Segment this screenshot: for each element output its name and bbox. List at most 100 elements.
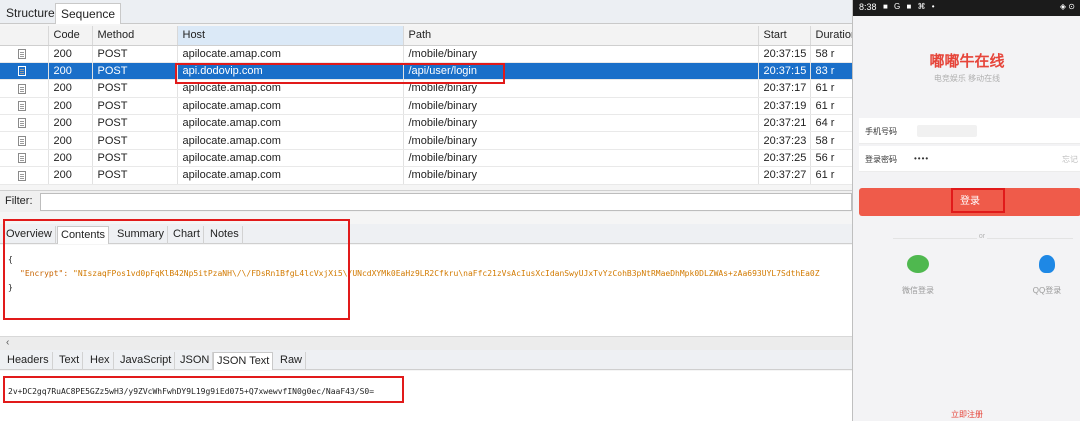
cell-start: 20:37:21: [758, 114, 811, 133]
highlight-login-button: [951, 188, 1005, 213]
cell-start: 20:37:23: [758, 131, 811, 150]
document-icon: [18, 135, 26, 146]
document-icon: [18, 83, 26, 94]
table-row[interactable]: 200 POST apilocate.amap.com /mobile/bina…: [0, 114, 852, 133]
forgot-password-link[interactable]: 忘记: [1062, 154, 1078, 165]
wechat-label: 微信登录: [902, 286, 934, 295]
col-duration[interactable]: Duration: [810, 26, 852, 46]
table-row[interactable]: 200 POST apilocate.amap.com /mobile/bina…: [0, 149, 852, 168]
cell-host: apilocate.amap.com: [177, 97, 404, 116]
cell-duration: 61 r: [810, 97, 852, 116]
table-row[interactable]: 200 POST apilocate.amap.com /mobile/bina…: [0, 97, 852, 116]
qq-login[interactable]: QQ登录: [1017, 255, 1077, 296]
cell-host: apilocate.amap.com: [177, 131, 404, 150]
cell-method: POST: [92, 45, 178, 63]
or-text: or: [977, 233, 987, 240]
status-time: 8:38: [859, 2, 877, 12]
cell-path: /mobile/binary: [403, 149, 759, 168]
cell-duration: 58 r: [810, 45, 852, 63]
col-path[interactable]: Path: [403, 26, 759, 46]
location-icon: ◈ ⊙: [1059, 2, 1075, 11]
cell-host: apilocate.amap.com: [177, 149, 404, 168]
proxy-tool: Structure Sequence Code Method Host Path…: [0, 0, 852, 421]
status-bar: 8:38 ■ G ■ ⌘ • ◈ ⊙: [853, 0, 1080, 16]
wechat-login[interactable]: 微信登录: [888, 255, 948, 296]
request-table: Code Method Host Path Start Duration 200…: [0, 26, 852, 185]
cell-method: POST: [92, 149, 178, 168]
document-icon: [18, 100, 26, 111]
table-row[interactable]: 200 POST apilocate.amap.com /mobile/bina…: [0, 45, 852, 63]
cell-code: 200: [48, 166, 93, 185]
filter-label: Filter:: [5, 195, 33, 207]
filter-bar: Filter:: [0, 190, 852, 212]
cell-code: 200: [48, 149, 93, 168]
cell-method: POST: [92, 79, 178, 98]
tab-sequence[interactable]: Sequence: [55, 3, 122, 24]
cell-code: 200: [48, 114, 93, 133]
tab-text[interactable]: Text: [56, 352, 84, 370]
cell-duration: 64 r: [810, 114, 852, 133]
password-label: 登录密码: [865, 155, 897, 164]
tab-javascript[interactable]: JavaScript: [117, 352, 176, 370]
qq-icon: [1039, 255, 1055, 273]
cell-host: apilocate.amap.com: [177, 114, 404, 133]
col-host[interactable]: Host: [177, 26, 404, 46]
document-icon: [18, 48, 26, 59]
response-tabs: Headers Text Hex JavaScript JSON JSON Te…: [0, 350, 852, 370]
register-link[interactable]: 立即注册: [853, 409, 1080, 420]
phone-screen: 8:38 ■ G ■ ⌘ • ◈ ⊙ 嘟嘟牛在线 电竞娱乐 移动在线 手机号码 …: [852, 0, 1080, 421]
cell-duration: 56 r: [810, 149, 852, 168]
cell-code: 200: [48, 79, 93, 98]
cell-method: POST: [92, 114, 178, 133]
cell-start: 20:37:15: [758, 45, 811, 63]
col-method[interactable]: Method: [92, 26, 178, 46]
highlight-response-text: [3, 376, 404, 403]
tab-json-text[interactable]: JSON Text: [213, 352, 274, 370]
cell-host: apilocate.amap.com: [177, 45, 404, 63]
phone-value-blurred: [917, 125, 977, 137]
table-row[interactable]: 200 POST apilocate.amap.com /mobile/bina…: [0, 166, 852, 185]
cell-method: POST: [92, 166, 178, 185]
filter-input[interactable]: [40, 193, 852, 211]
highlight-login-request: [175, 63, 505, 84]
cell-start: 20:37:19: [758, 97, 811, 116]
phone-field[interactable]: 手机号码: [859, 118, 1080, 144]
tab-hex[interactable]: Hex: [87, 352, 114, 370]
cell-method: POST: [92, 131, 178, 150]
cell-start: 20:37:25: [758, 149, 811, 168]
document-icon: [18, 66, 26, 77]
document-icon: [18, 153, 26, 164]
cell-duration: 61 r: [810, 79, 852, 98]
password-field[interactable]: 登录密码 •••• 忘记: [859, 146, 1080, 172]
cell-start: 20:37:15: [758, 62, 811, 81]
cell-duration: 58 r: [810, 131, 852, 150]
cell-code: 200: [48, 97, 93, 116]
password-value: ••••: [914, 154, 930, 163]
phone-label: 手机号码: [865, 127, 897, 136]
cell-path: /mobile/binary: [403, 114, 759, 133]
cell-code: 200: [48, 45, 93, 63]
highlight-request-content: [3, 219, 350, 320]
scroll-left-icon[interactable]: ‹: [6, 337, 9, 348]
app-subtitle: 电竞娱乐 移动在线: [933, 74, 1001, 83]
document-icon: [18, 170, 26, 181]
cell-path: /mobile/binary: [403, 166, 759, 185]
table-header-row: Code Method Host Path Start Duration: [0, 26, 852, 46]
wechat-icon: [907, 255, 929, 273]
table-row[interactable]: 200 POST apilocate.amap.com /mobile/bina…: [0, 131, 852, 150]
tab-json[interactable]: JSON: [177, 352, 214, 370]
col-start[interactable]: Start: [758, 26, 811, 46]
app-title: 嘟嘟牛在线: [929, 53, 1005, 70]
tab-headers[interactable]: Headers: [4, 352, 53, 370]
cell-host: apilocate.amap.com: [177, 166, 404, 185]
col-code[interactable]: Code: [48, 26, 93, 46]
cell-start: 20:37:27: [758, 166, 811, 185]
tab-raw[interactable]: Raw: [277, 352, 307, 370]
cell-path: /mobile/binary: [403, 131, 759, 150]
tab-structure[interactable]: Structure: [1, 3, 60, 24]
horizontal-scrollbar[interactable]: ‹: [0, 336, 852, 350]
cell-method: POST: [92, 62, 178, 81]
col-icon[interactable]: [0, 26, 49, 46]
cell-duration: 61 r: [810, 166, 852, 185]
cell-path: /mobile/binary: [403, 97, 759, 116]
